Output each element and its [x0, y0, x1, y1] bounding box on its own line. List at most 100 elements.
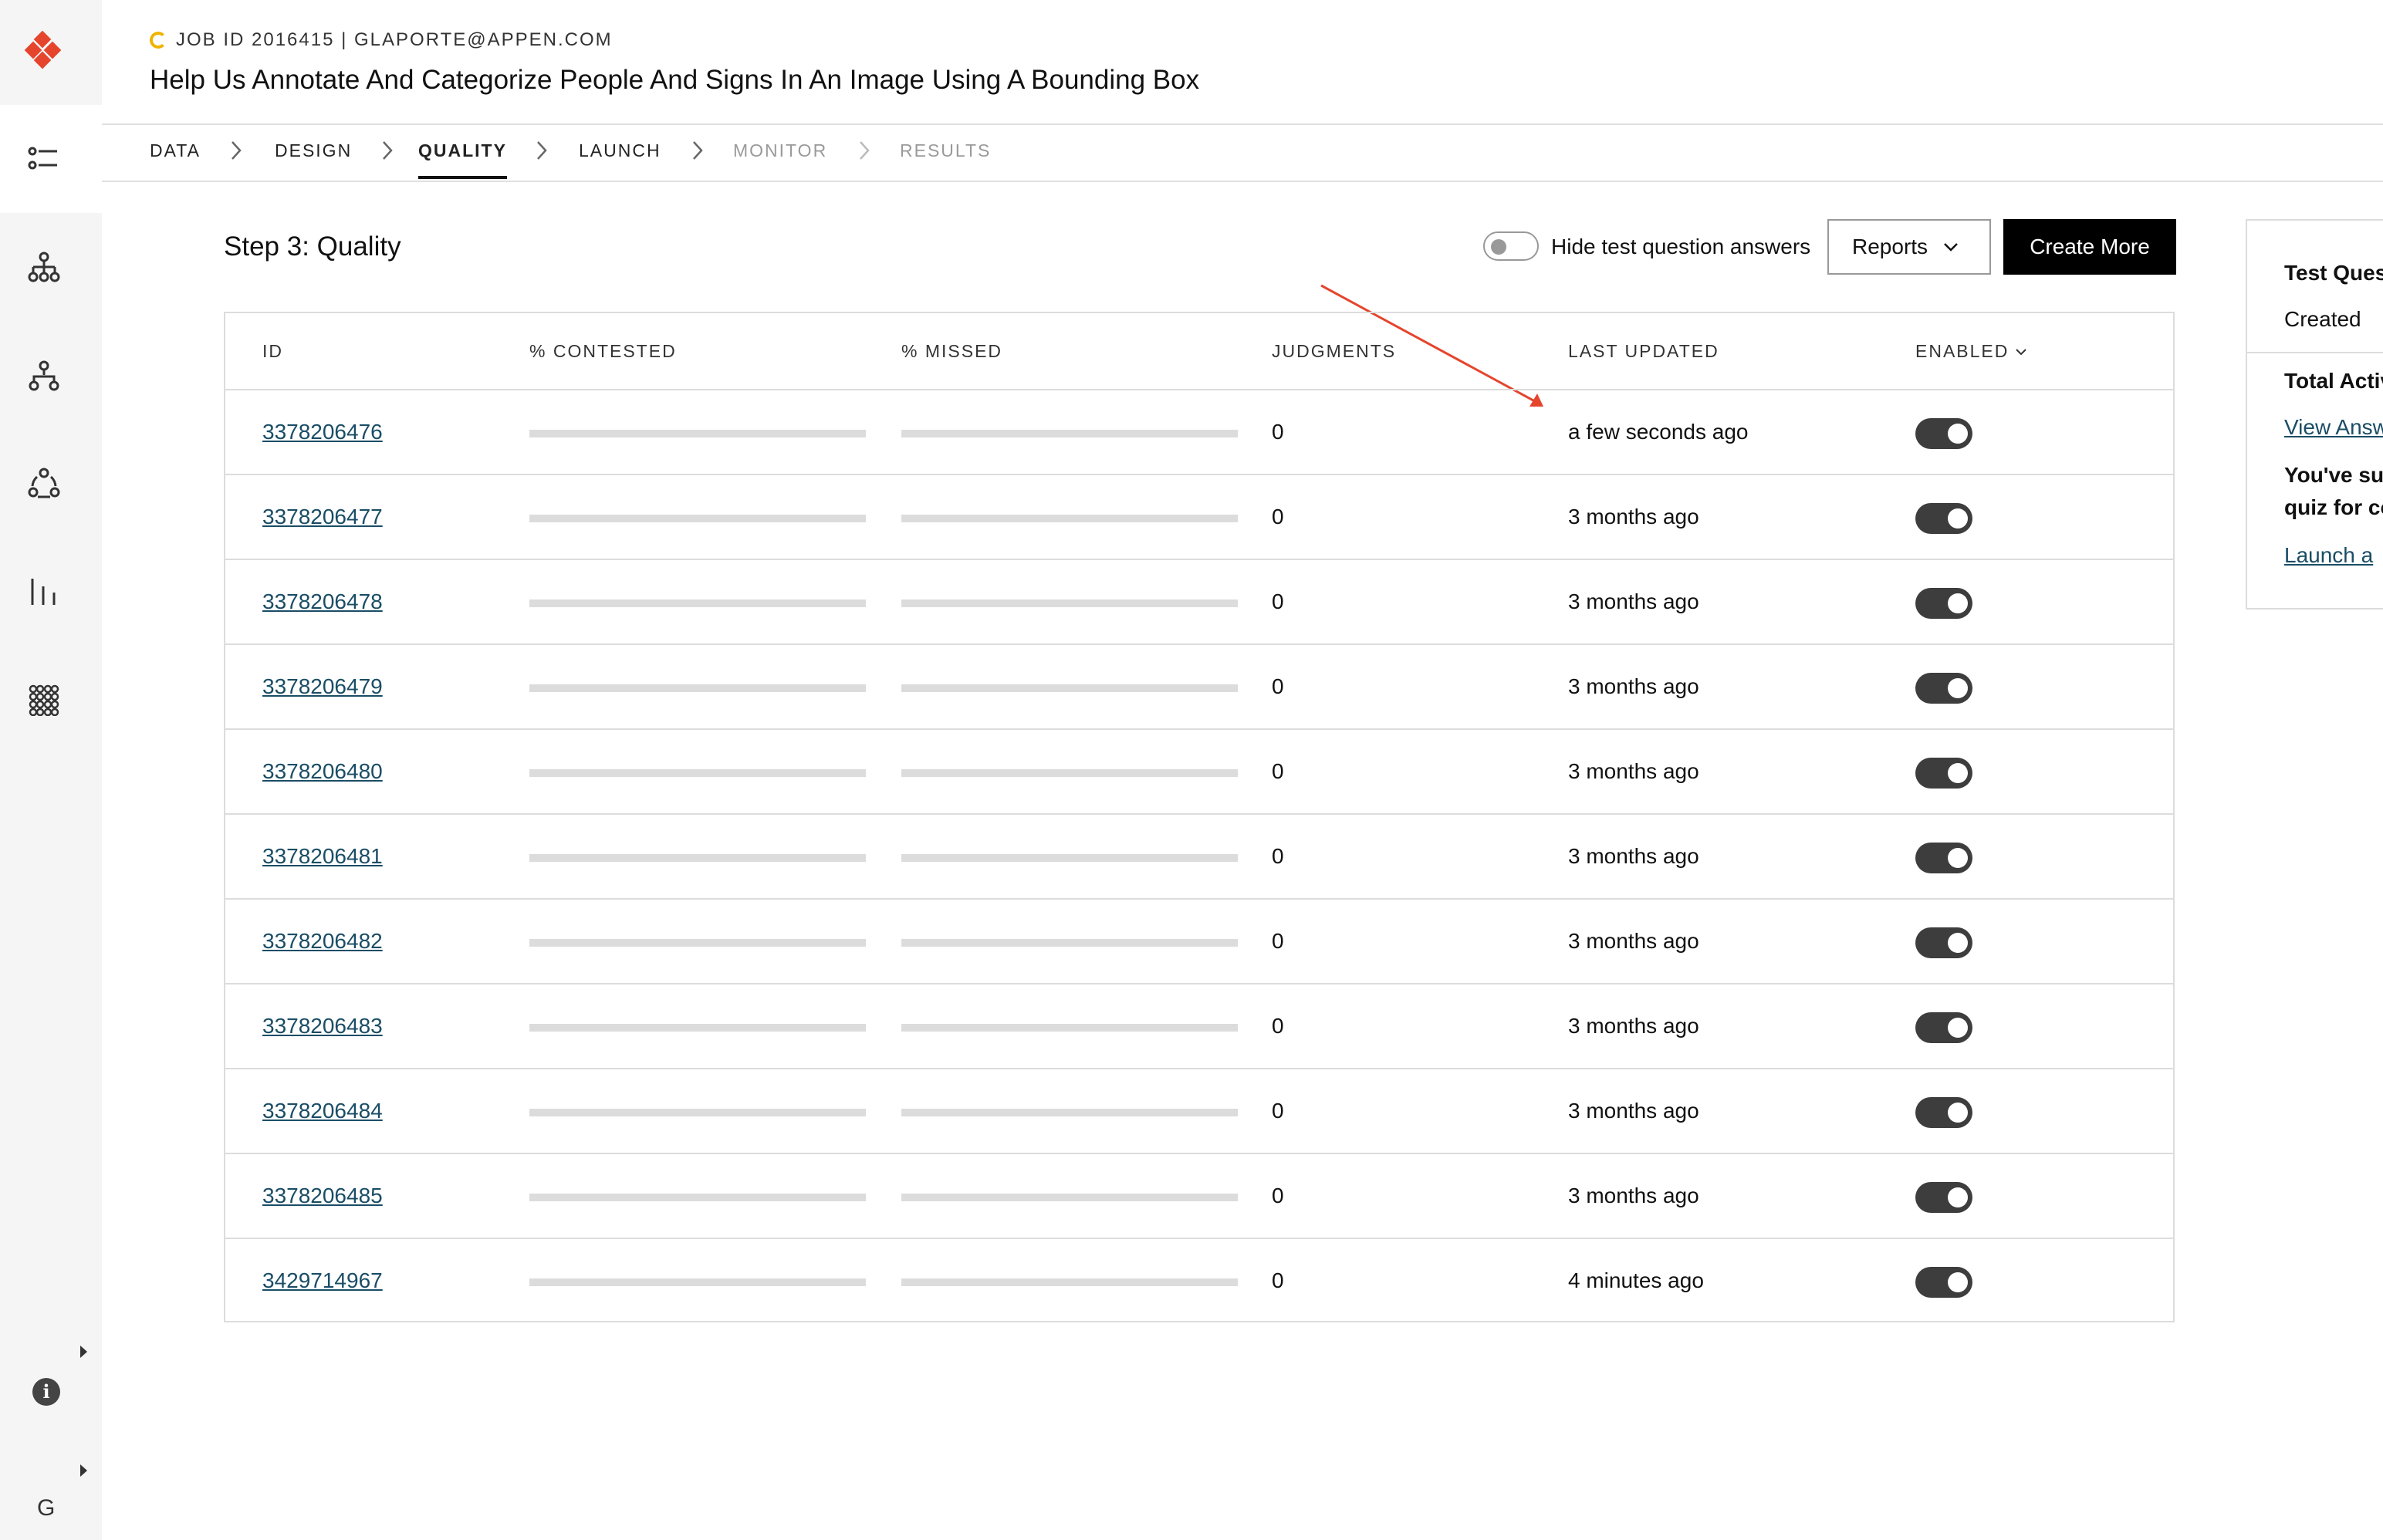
question-id-link[interactable]: 3378206480: [262, 759, 383, 784]
info-icon[interactable]: i: [32, 1378, 60, 1406]
toggle-knob: [1948, 1103, 1968, 1123]
appen-logo-icon[interactable]: [23, 31, 63, 71]
step-results: RESULTS: [900, 140, 992, 160]
missed-bar: [901, 1194, 1238, 1201]
chevron-right-icon: [537, 141, 547, 160]
judgments-value: 0: [1272, 929, 1284, 953]
step-quality[interactable]: QUALITY: [418, 140, 507, 179]
create-more-button[interactable]: Create More: [2003, 219, 2176, 275]
missed-bar: [901, 515, 1238, 522]
enabled-toggle[interactable]: [1915, 927, 1972, 958]
expand-caret-icon[interactable]: [80, 1464, 87, 1477]
judgments-value: 0: [1272, 1099, 1284, 1123]
launch-link[interactable]: Launch a: [2284, 543, 2373, 568]
workflow-icon[interactable]: [28, 360, 60, 392]
enabled-toggle[interactable]: [1915, 1012, 1972, 1043]
col-judgments[interactable]: JUDGMENTS: [1272, 341, 1396, 362]
col-enabled-label: ENABLED: [1915, 341, 2009, 361]
hide-answers-toggle[interactable]: [1483, 231, 1539, 261]
user-avatar[interactable]: G: [37, 1495, 55, 1521]
last-updated-value: 3 months ago: [1568, 1184, 1699, 1207]
contested-bar: [529, 854, 866, 862]
job-id-line: JOB ID 2016415 | GLAPORTE@APPEN.COM: [150, 29, 613, 51]
last-updated-value: 3 months ago: [1568, 844, 1699, 868]
step-design[interactable]: DESIGN: [275, 140, 352, 179]
enabled-toggle[interactable]: [1915, 843, 1972, 873]
question-id-link[interactable]: 3378206478: [262, 589, 383, 614]
enabled-toggle[interactable]: [1915, 503, 1972, 534]
col-missed[interactable]: % MISSED: [901, 341, 1002, 362]
reports-label: Reports: [1852, 235, 1928, 258]
judgments-value: 0: [1272, 1184, 1284, 1207]
enabled-toggle[interactable]: [1915, 1182, 1972, 1213]
toggle-knob: [1948, 1187, 1968, 1207]
last-updated-value: 3 months ago: [1568, 505, 1699, 529]
expand-caret-icon[interactable]: [80, 1346, 87, 1358]
panel-created-label: Created: [2284, 307, 2361, 331]
steps-nav: DATA DESIGN QUALITY LAUNCH MONITOR RESUL…: [102, 125, 2383, 182]
enabled-toggle[interactable]: [1915, 1267, 1972, 1298]
question-id-link[interactable]: 3378206481: [262, 844, 383, 869]
enabled-toggle[interactable]: [1915, 758, 1972, 789]
table-row: 3378206481 0 3 months ago: [225, 815, 2173, 900]
missed-bar: [901, 1109, 1238, 1116]
contested-bar: [529, 430, 866, 437]
reports-dropdown-button[interactable]: Reports: [1827, 219, 1991, 275]
contested-bar: [529, 515, 866, 522]
bar-chart-icon[interactable]: [28, 576, 60, 608]
toggle-knob: [1948, 848, 1968, 868]
view-answers-link[interactable]: View Answ: [2284, 415, 2383, 440]
judgments-value: 0: [1272, 844, 1284, 868]
contested-bar: [529, 769, 866, 777]
col-last-updated[interactable]: LAST UPDATED: [1568, 341, 1719, 362]
col-id[interactable]: ID: [262, 341, 283, 362]
contested-bar: [529, 1278, 866, 1286]
contested-bar: [529, 1194, 866, 1201]
missed-bar: [901, 599, 1238, 607]
judgments-value: 0: [1272, 759, 1284, 783]
enabled-toggle[interactable]: [1915, 673, 1972, 704]
table-row: 3378206477 0 3 months ago: [225, 475, 2173, 560]
question-id-link[interactable]: 3378206483: [262, 1014, 383, 1038]
job-id-text: JOB ID 2016415 | GLAPORTE@APPEN.COM: [176, 29, 613, 50]
contested-bar: [529, 684, 866, 692]
question-id-link[interactable]: 3378206485: [262, 1184, 383, 1208]
cycle-icon[interactable]: [28, 468, 60, 500]
step-launch[interactable]: LAUNCH: [579, 140, 661, 179]
col-enabled[interactable]: ENABLED: [1915, 341, 2027, 362]
judgments-value: 0: [1272, 420, 1284, 444]
last-updated-value: 3 months ago: [1568, 929, 1699, 953]
enabled-toggle[interactable]: [1915, 418, 1972, 449]
toggle-knob: [1948, 1272, 1968, 1292]
enabled-toggle[interactable]: [1915, 588, 1972, 619]
grid-apps-icon[interactable]: [28, 684, 60, 716]
last-updated-value: 3 months ago: [1568, 1099, 1699, 1123]
job-header: JOB ID 2016415 | GLAPORTE@APPEN.COM Help…: [102, 0, 2383, 125]
missed-bar: [901, 430, 1238, 437]
question-id-link[interactable]: 3378206476: [262, 420, 383, 444]
list-icon[interactable]: [28, 144, 60, 176]
question-id-link[interactable]: 3378206482: [262, 929, 383, 954]
question-id-link[interactable]: 3429714967: [262, 1268, 383, 1293]
table-row: 3378206480 0 3 months ago: [225, 730, 2173, 815]
step-data[interactable]: DATA: [150, 140, 201, 179]
toggle-knob: [1491, 239, 1506, 255]
enabled-toggle[interactable]: [1915, 1097, 1972, 1128]
col-contested[interactable]: % CONTESTED: [529, 341, 677, 362]
hierarchy-icon[interactable]: [28, 252, 60, 284]
table-row: 3429714967 0 4 minutes ago: [225, 1239, 2173, 1324]
missed-bar: [901, 1024, 1238, 1032]
last-updated-value: 4 minutes ago: [1568, 1268, 1704, 1292]
table-row: 3378206482 0 3 months ago: [225, 900, 2173, 984]
question-id-link[interactable]: 3378206484: [262, 1099, 383, 1123]
last-updated-value: 3 months ago: [1568, 674, 1699, 698]
table-row: 3378206479 0 3 months ago: [225, 645, 2173, 730]
panel-message-line2: quiz for co: [2284, 495, 2383, 519]
question-id-link[interactable]: 3378206479: [262, 674, 383, 699]
last-updated-value: 3 months ago: [1568, 759, 1699, 783]
contested-bar: [529, 1024, 866, 1032]
table-row: 3378206476 0 a few seconds ago: [225, 390, 2173, 475]
chevron-down-icon: [2016, 348, 2027, 355]
question-id-link[interactable]: 3378206477: [262, 505, 383, 529]
chevron-right-icon: [693, 141, 703, 160]
